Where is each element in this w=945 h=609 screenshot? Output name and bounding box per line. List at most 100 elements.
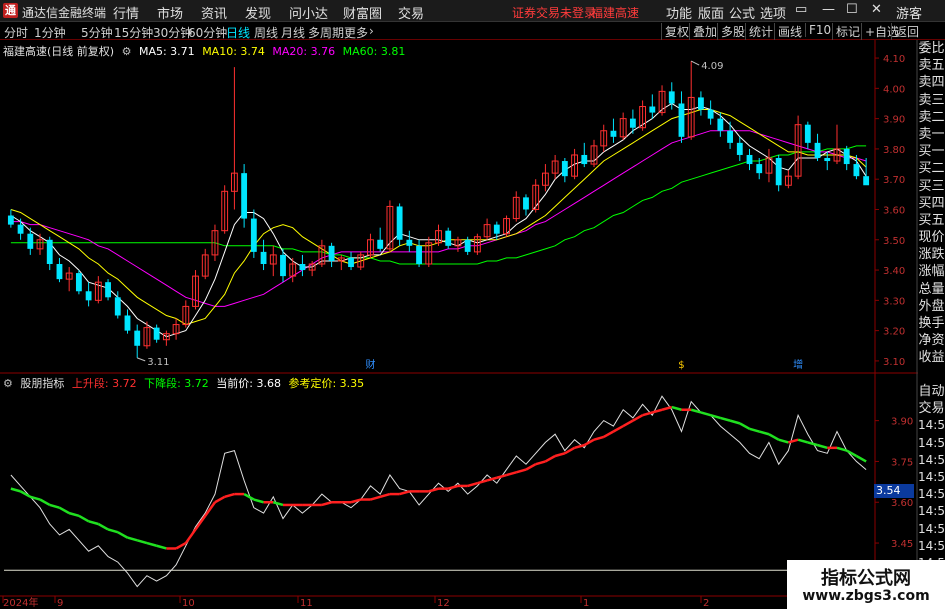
ytick-label: 3.50	[883, 236, 905, 247]
ytick-label: 3.70	[883, 175, 905, 186]
sub-chart-info: ⚙ 股朋指标 上升段: 3.72 下降段: 3.72 当前价: 3.68 参考定…	[3, 375, 368, 391]
trade-item: 14:56	[918, 469, 945, 484]
quote-item: 净资	[918, 333, 945, 349]
sub-trend-segment	[768, 433, 780, 441]
quote-item: 买三	[918, 178, 945, 194]
sub-trend-segment	[49, 503, 60, 509]
sub-trend-segment	[749, 427, 760, 433]
sub-trend-segment	[720, 416, 731, 422]
sub-trend-segment	[127, 536, 138, 542]
candle-body	[668, 91, 675, 104]
quote-item: 外盘	[918, 298, 945, 314]
candle-body	[241, 173, 248, 219]
sub-trend-segment	[399, 490, 410, 496]
sub-trend-segment	[515, 468, 527, 474]
sub-trend-segment	[739, 422, 751, 430]
ma5-line	[10, 102, 867, 338]
trade-item: 交易	[918, 401, 945, 417]
sub-ytick-label: 3.75	[891, 457, 913, 468]
candle-body	[814, 142, 821, 158]
candle-body	[85, 291, 92, 301]
candle-body	[746, 154, 753, 165]
quote-item: 卖二	[918, 109, 945, 125]
sub-trend-segment	[321, 501, 332, 507]
quote-item: 买四	[918, 195, 945, 211]
trade-item: 14:56	[918, 487, 945, 502]
candle-body	[280, 254, 286, 277]
quote-item: 买二	[918, 161, 945, 177]
high-pointer	[690, 60, 700, 66]
sub-trend-segment	[807, 441, 818, 447]
sub-trend-segment	[107, 528, 119, 534]
sub-trend-segment	[622, 419, 634, 428]
ma60-line	[10, 145, 867, 265]
sub-ytick-label: 3.90	[891, 417, 913, 428]
candle-body	[27, 233, 34, 249]
xtick-label: 10	[182, 598, 195, 609]
kline-chart[interactable]: 4.10 4.00 3.90 3.80 3.70 3.60 3.50 3.40 3.30 3.20…	[0, 0, 945, 609]
trade-item: 14:56	[918, 521, 945, 536]
sub-ytick-label: 3.60	[891, 498, 913, 509]
event-marker: 财	[365, 358, 375, 371]
ma10-line	[10, 109, 867, 326]
sub-trend-segment	[486, 476, 498, 482]
ma60-label: MA60: 3.81	[342, 45, 406, 58]
candle-body	[649, 106, 656, 113]
sub-trend-segment	[184, 528, 197, 544]
candle-body	[377, 239, 384, 249]
sub-trend-segment	[651, 408, 663, 414]
quote-item: 总量	[918, 281, 945, 297]
current-price-label: 当前价: 3.68	[216, 377, 281, 390]
candle-body	[124, 315, 131, 331]
ma20-label: MA20: 3.76	[272, 45, 336, 58]
fall-label: 下降段: 3.72	[144, 377, 209, 390]
sub-trend-segment	[525, 463, 537, 471]
candle-body	[843, 148, 850, 165]
indicator-gear-icon[interactable]: ⚙	[3, 377, 13, 390]
chart-title: 福建高速(日线 前复权)	[3, 45, 115, 58]
rise-label: 上升段: 3.72	[71, 377, 137, 390]
sub-trend-segment	[224, 492, 235, 499]
sub-trend-segment	[39, 498, 51, 507]
trade-item: 14:56	[918, 435, 945, 450]
candle-body	[736, 142, 743, 155]
candle-body	[717, 118, 724, 131]
candle-body	[464, 239, 471, 252]
candle-body	[7, 215, 14, 225]
ytick-label: 3.30	[883, 296, 905, 307]
quote-item: 卖五	[918, 58, 945, 74]
trade-item: 自动	[918, 384, 945, 399]
sub-trend-segment	[467, 481, 478, 488]
candle-body	[727, 130, 733, 143]
candle-body	[46, 239, 53, 264]
candle-body	[250, 218, 257, 252]
sub-trend-segment	[661, 405, 673, 411]
sub-trend-segment	[447, 484, 459, 490]
quote-item: 现价	[918, 230, 945, 246]
event-marker: $	[678, 360, 684, 371]
sub-trend-segment	[379, 492, 391, 499]
candle-body	[756, 164, 763, 174]
quote-item: 委比	[918, 41, 945, 56]
ytick-label: 3.40	[883, 266, 905, 277]
quote-item: 卖三	[918, 92, 945, 108]
sub-ytick-label: 3.45	[891, 539, 913, 550]
candle-body	[445, 230, 452, 246]
settings-gear-icon[interactable]: ⚙	[122, 45, 132, 58]
candle-body	[348, 257, 354, 268]
sub-trend-segment	[778, 438, 789, 444]
ref-price-label: 参考定价: 3.35	[288, 377, 365, 390]
sub-trend-segment	[97, 522, 109, 531]
quote-list-trades: 自动交易14:5614:5614:5614:5614:5614:5614:561…	[918, 383, 945, 589]
candle-body	[581, 154, 588, 165]
candle-body	[707, 109, 714, 119]
sub-trend-segment	[506, 471, 517, 477]
candle-body	[105, 282, 111, 298]
quote-list: 委比 卖五 卖四 卖三 卖二 卖一 买一 买二 买三 买四 买五 现价 涨跌 涨幅 总量 外盘 换手 净资 收益	[918, 40, 945, 400]
ytick-label: 3.90	[883, 115, 905, 126]
sub-trend-segment	[758, 430, 770, 436]
xtick-label: 2024年	[3, 596, 38, 609]
sub-trend-segment	[642, 411, 653, 417]
ma20-line	[10, 130, 867, 307]
low-pointer	[137, 357, 146, 362]
